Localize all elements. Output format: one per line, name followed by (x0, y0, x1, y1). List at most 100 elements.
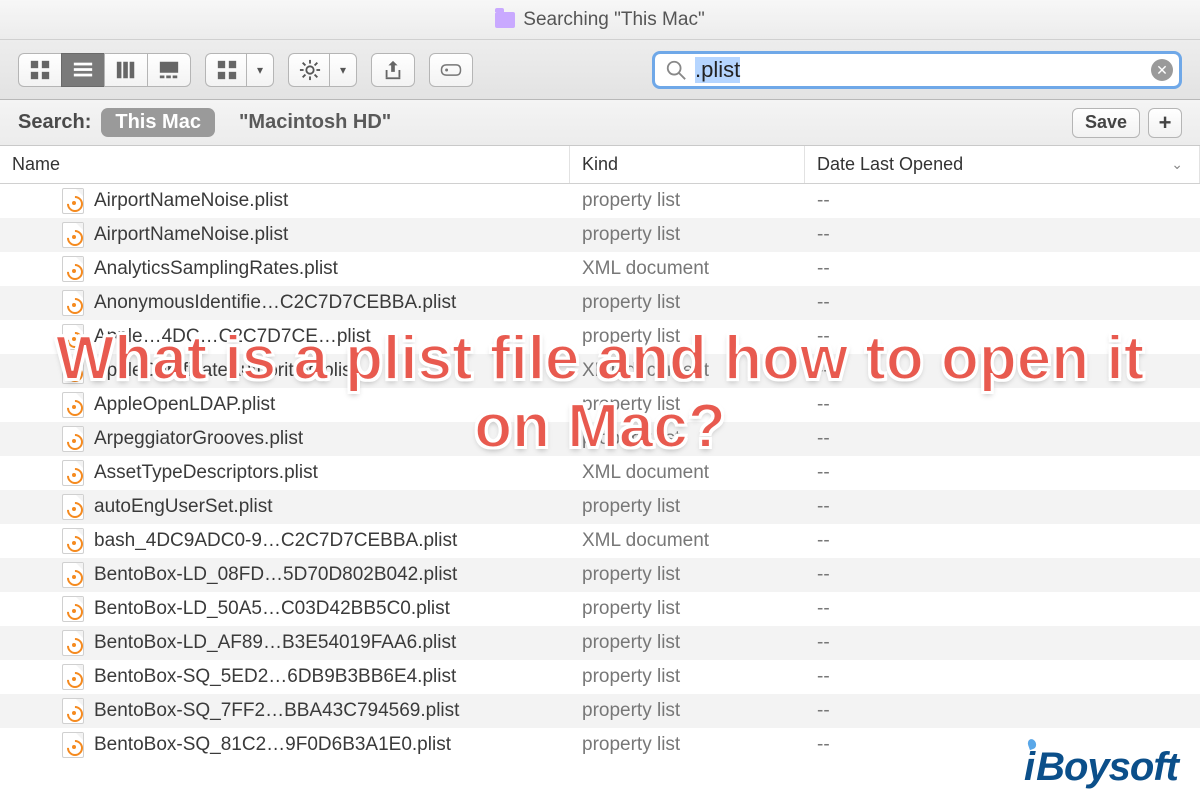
column-header-date-label: Date Last Opened (817, 154, 963, 175)
chevron-down-icon: ▾ (340, 63, 346, 77)
cell-name: BentoBox-SQ_5ED2…6DB9B3BB6E4.plist (0, 664, 570, 690)
table-row[interactable]: AirportNameNoise.plistproperty list-- (0, 184, 1200, 218)
plist-file-icon (62, 732, 84, 758)
table-row[interactable]: BentoBox-LD_AF89…B3E54019FAA6.plistprope… (0, 626, 1200, 660)
column-header-date[interactable]: Date Last Opened ⌄ (805, 146, 1200, 183)
edit-tags-button[interactable] (429, 53, 473, 87)
plist-file-icon (62, 596, 84, 622)
cell-date: -- (805, 700, 1200, 722)
cell-kind: property list (570, 666, 805, 688)
file-name: AirportNameNoise.plist (94, 224, 288, 246)
window-title: Searching "This Mac" (523, 9, 704, 31)
scope-this-mac[interactable]: This Mac (101, 108, 215, 137)
table-row[interactable]: AnonymousIdentifie…C2C7D7CEBBA.plistprop… (0, 286, 1200, 320)
action-chevron[interactable]: ▾ (329, 53, 357, 87)
cell-date: -- (805, 632, 1200, 654)
cell-date: -- (805, 292, 1200, 314)
cell-name: autoEngUserSet.plist (0, 494, 570, 520)
table-row[interactable]: BentoBox-SQ_81C2…9F0D6B3A1E0.plist proper… (0, 728, 1200, 762)
chevron-down-icon: ▾ (257, 63, 263, 77)
scope-macintosh-hd[interactable]: "Macintosh HD" (225, 108, 405, 137)
file-name: AssetTypeDescriptors.plist (94, 462, 318, 484)
plist-file-icon (62, 562, 84, 588)
table-row[interactable]: AppleCertificateAuthorities.plistXML doc… (0, 354, 1200, 388)
cell-kind: XML document (570, 258, 805, 280)
save-search-button[interactable]: Save (1072, 108, 1140, 138)
file-name: BentoBox-LD_08FD…5D70D802B042.plist (94, 564, 457, 586)
gallery-view-button[interactable] (147, 53, 191, 87)
table-row[interactable]: bash_4DC9ADC0-9…C2C7D7CEBBA.plist XML doc… (0, 524, 1200, 558)
table-row[interactable]: AssetTypeDescriptors.plist XML document-- (0, 456, 1200, 490)
arrange-chevron[interactable]: ▾ (246, 53, 274, 87)
search-icon (665, 59, 687, 81)
cell-date: -- (805, 530, 1200, 552)
cell-kind: XML document (570, 462, 805, 484)
table-row[interactable]: Apple…4DC…C2C7D7CE…plistproperty list-- (0, 320, 1200, 354)
cell-name: Apple…4DC…C2C7D7CE…plist (0, 324, 570, 350)
cell-date: -- (805, 666, 1200, 688)
cell-name: AnonymousIdentifie…C2C7D7CEBBA.plist (0, 290, 570, 316)
column-header-name[interactable]: Name (0, 146, 570, 183)
cell-name: BentoBox-LD_08FD…5D70D802B042.plist (0, 562, 570, 588)
close-icon: ✕ (1156, 63, 1168, 77)
action-group: ▾ (288, 53, 357, 87)
cell-kind: property list (570, 394, 805, 416)
watermark-i: i (1024, 745, 1034, 790)
scope-label: Search: (18, 111, 91, 134)
list-view-button[interactable] (61, 53, 104, 87)
cell-name: ArpeggiatorGrooves.plist (0, 426, 570, 452)
chevron-down-icon: ⌄ (1171, 156, 1183, 173)
cell-date: -- (805, 598, 1200, 620)
plist-file-icon (62, 358, 84, 384)
cell-kind: property list (570, 190, 805, 212)
cell-date: -- (805, 462, 1200, 484)
table-row[interactable]: BentoBox-LD_50A5…C03D42BB5C0.plistproper… (0, 592, 1200, 626)
column-header-kind[interactable]: Kind (570, 146, 805, 183)
window-titlebar: Searching "This Mac" (0, 0, 1200, 40)
cell-name: BentoBox-SQ_81C2…9F0D6B3A1E0.plist (0, 732, 570, 758)
cell-date: -- (805, 224, 1200, 246)
table-row[interactable]: ArpeggiatorGrooves.plistproperty list-- (0, 422, 1200, 456)
cell-date: -- (805, 326, 1200, 348)
file-name: Apple…4DC…C2C7D7CE…plist (94, 326, 371, 348)
file-name: bash_4DC9ADC0-9…C2C7D7CEBBA.plist (94, 530, 457, 552)
results-list[interactable]: AirportNameNoise.plistproperty list--Air… (0, 184, 1200, 800)
add-criteria-button[interactable]: + (1148, 108, 1182, 138)
clear-search-button[interactable]: ✕ (1151, 59, 1173, 81)
table-row[interactable]: BentoBox-LD_08FD…5D70D802B042.plist prope… (0, 558, 1200, 592)
file-name: BentoBox-SQ_5ED2…6DB9B3BB6E4.plist (94, 666, 456, 688)
file-name: BentoBox-SQ_81C2…9F0D6B3A1E0.plist (94, 734, 451, 756)
watermark: iBoysoft (1024, 745, 1178, 790)
share-button[interactable] (371, 53, 415, 87)
arrange-button[interactable] (205, 53, 248, 87)
table-row[interactable]: BentoBox-SQ_7FF2…BBA43C794569.plistprope… (0, 694, 1200, 728)
file-name: ArpeggiatorGrooves.plist (94, 428, 303, 450)
table-row[interactable]: BentoBox-SQ_5ED2…6DB9B3BB6E4.plist proper… (0, 660, 1200, 694)
arrange-icon (216, 59, 238, 81)
cell-kind: property list (570, 564, 805, 586)
table-row[interactable]: autoEngUserSet.plistproperty list-- (0, 490, 1200, 524)
search-input[interactable] (695, 57, 1143, 83)
tag-icon (440, 59, 462, 81)
cell-name: AssetTypeDescriptors.plist (0, 460, 570, 486)
column-view-button[interactable] (104, 53, 147, 87)
cell-date: -- (805, 360, 1200, 382)
search-scope-bar: Search: This Mac "Macintosh HD" Save + (0, 100, 1200, 146)
cell-kind: property list (570, 700, 805, 722)
cell-kind: property list (570, 734, 805, 756)
plist-file-icon (62, 528, 84, 554)
cell-name: AppleOpenLDAP.plist (0, 392, 570, 418)
icon-view-button[interactable] (18, 53, 61, 87)
cell-kind: XML document (570, 530, 805, 552)
gallery-icon (158, 59, 180, 81)
table-row[interactable]: AnalyticsSamplingRates.plist XML document… (0, 252, 1200, 286)
action-button[interactable] (288, 53, 331, 87)
table-row[interactable]: AppleOpenLDAP.plistproperty list-- (0, 388, 1200, 422)
search-field[interactable]: ✕ (652, 51, 1182, 89)
file-name: AppleCertificateAuthorities.plist (94, 360, 357, 382)
cell-kind: property list (570, 292, 805, 314)
cell-name: AnalyticsSamplingRates.plist (0, 256, 570, 282)
file-name: AnalyticsSamplingRates.plist (94, 258, 338, 280)
table-row[interactable]: AirportNameNoise.plistproperty list-- (0, 218, 1200, 252)
plist-file-icon (62, 392, 84, 418)
